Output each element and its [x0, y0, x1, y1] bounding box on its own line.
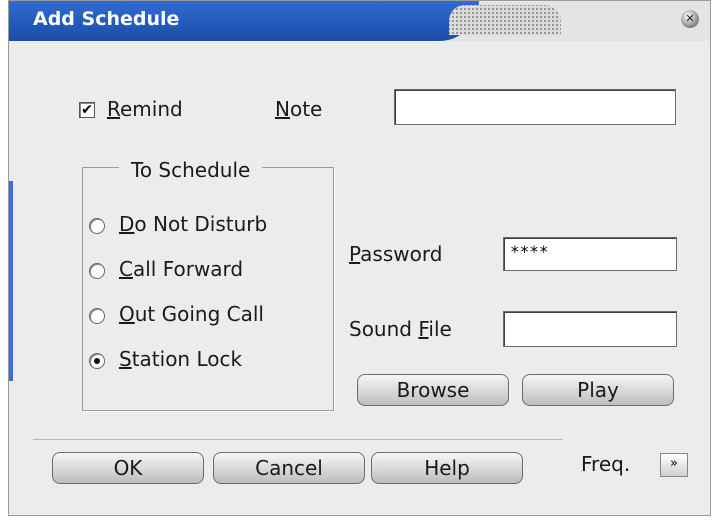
dialog-title: Add Schedule — [33, 8, 180, 30]
call-forward-label[interactable]: Call Forward — [119, 257, 243, 281]
bottom-separator — [33, 439, 563, 440]
sound-file-pre: Sound — [349, 317, 419, 341]
radio-call-forward[interactable] — [89, 263, 105, 279]
browse-button[interactable]: Browse — [357, 374, 509, 406]
to-schedule-group-title: To Schedule — [119, 158, 263, 182]
station-lock-mnemonic: S — [119, 347, 132, 371]
freq-label: Freq. — [581, 452, 631, 476]
close-icon[interactable]: ✕ — [681, 10, 699, 28]
help-button[interactable]: Help — [371, 452, 523, 484]
do-not-disturb-label[interactable]: Do Not Disturb — [119, 212, 267, 236]
sound-file-rest: ile — [428, 317, 452, 341]
radio-do-not-disturb[interactable] — [89, 218, 105, 234]
password-label: Password — [349, 242, 442, 266]
add-schedule-dialog: Add Schedule ✕ ✔ Remind Note To Schedule… — [8, 0, 711, 516]
radio-out-going-call[interactable] — [89, 308, 105, 324]
remind-label[interactable]: Remind — [107, 97, 183, 121]
freq-expand-button[interactable]: » — [660, 453, 688, 477]
title-grip[interactable] — [449, 5, 561, 35]
ok-button[interactable]: OK — [52, 452, 204, 484]
note-input[interactable] — [394, 89, 676, 125]
sound-file-label: Sound File — [349, 317, 452, 341]
do-not-disturb-mnemonic: D — [119, 212, 135, 236]
station-lock-rest: tation Lock — [131, 347, 243, 371]
note-label-rest: ote — [289, 97, 323, 121]
play-button[interactable]: Play — [522, 374, 674, 406]
station-lock-label[interactable]: Station Lock — [119, 347, 242, 371]
remind-label-rest: emind — [120, 97, 183, 121]
window-left-edge — [9, 181, 13, 381]
out-going-call-mnemonic: O — [119, 302, 135, 326]
do-not-disturb-rest: o Not Disturb — [134, 212, 268, 236]
title-tab: Add Schedule — [9, 1, 479, 41]
remind-checkbox[interactable]: ✔ — [79, 102, 95, 118]
note-label: Note — [275, 97, 322, 121]
password-mnemonic: P — [349, 242, 361, 266]
password-input[interactable]: **** — [503, 237, 677, 271]
note-label-mnemonic: N — [275, 97, 290, 121]
call-forward-rest: all Forward — [132, 257, 244, 281]
call-forward-mnemonic: C — [119, 257, 133, 281]
sound-file-mnemonic: F — [418, 317, 429, 341]
remind-label-mnemonic: R — [107, 97, 120, 121]
radio-station-lock[interactable] — [89, 353, 105, 369]
out-going-call-label[interactable]: Out Going Call — [119, 302, 264, 326]
sound-file-input[interactable] — [503, 311, 677, 347]
to-schedule-group — [82, 167, 334, 411]
password-rest: assword — [360, 242, 443, 266]
title-bar[interactable]: Add Schedule ✕ — [9, 1, 710, 41]
out-going-call-rest: ut Going Call — [134, 302, 264, 326]
cancel-button[interactable]: Cancel — [213, 452, 365, 484]
